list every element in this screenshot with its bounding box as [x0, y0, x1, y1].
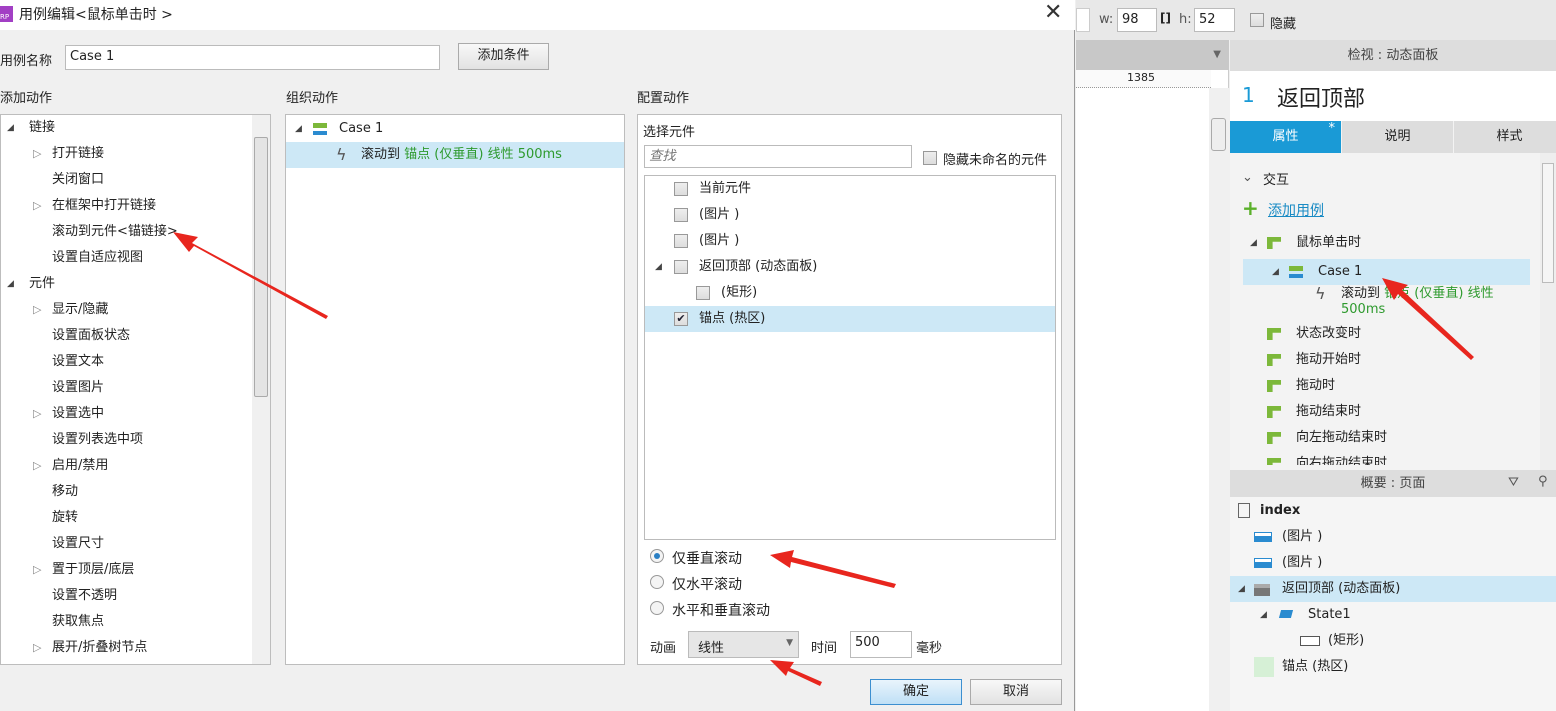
red-arrow-icons	[173, 232, 1474, 686]
annotation-arrows	[173, 232, 1474, 686]
